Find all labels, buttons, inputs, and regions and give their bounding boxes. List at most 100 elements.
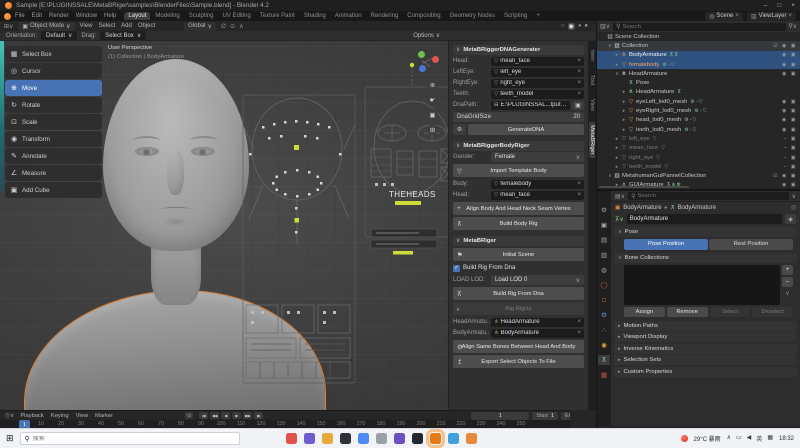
toolbar-tool[interactable]: ⊡ Scale xyxy=(5,114,102,130)
generate-dna-button[interactable]: GenerateDNA xyxy=(468,124,584,135)
collapsed-panel-header[interactable]: ▸ Inverse Kinematics xyxy=(614,344,797,354)
transport-button[interactable]: ▶| xyxy=(254,412,263,419)
breadcrumb-data[interactable]: BodyArmature xyxy=(678,205,716,211)
properties-tab[interactable]: □ xyxy=(598,295,610,305)
breadcrumb-object[interactable]: BodyArmature xyxy=(623,205,661,211)
properties-tab[interactable]: ◉ xyxy=(598,340,610,350)
visibility-toggle-icons[interactable]: – ▣ xyxy=(784,136,797,142)
clear-icon[interactable]: × xyxy=(577,181,581,187)
dna-tool-icon[interactable]: ⚙ xyxy=(453,124,466,135)
maximize-button[interactable]: □ xyxy=(777,2,781,9)
sidebar-tab[interactable]: Tool xyxy=(589,72,595,88)
taskbar-app-icon[interactable] xyxy=(448,433,459,444)
toolbar-tool[interactable]: ↻ Rotate xyxy=(5,97,102,113)
taskbar-search-input[interactable] xyxy=(33,436,235,442)
workspace-tab[interactable]: + xyxy=(532,12,544,20)
properties-search[interactable]: ⚲ xyxy=(628,192,789,200)
unlink-icon[interactable]: × xyxy=(788,13,792,19)
outliner-row[interactable]: ∨ ▥ MetahumanGuiPannelCollection ☑ ◉ ▣ xyxy=(597,171,800,180)
viewport-nav-icon[interactable]: ☛ xyxy=(427,94,438,105)
object-field[interactable]: ⋔ HeadArmature × xyxy=(491,318,584,327)
editor-type-icon[interactable]: ◷∨ xyxy=(5,413,14,419)
workspace-tab[interactable]: Shading xyxy=(300,12,330,20)
axis-x-handle[interactable] xyxy=(432,56,439,63)
toolbar-tool[interactable]: ◉ Transform xyxy=(5,131,102,147)
visibility-toggle-icons[interactable]: ◉ ▣ xyxy=(782,62,797,68)
build-body-rig-button[interactable]: ⊼ Build Body Rig xyxy=(453,217,584,230)
menu-item[interactable]: Keying xyxy=(51,413,69,419)
workspace-tab[interactable]: Layout xyxy=(124,12,150,20)
toolbar-tool[interactable]: ◎ Cursor xyxy=(5,63,102,79)
bust-head[interactable] xyxy=(103,59,249,251)
blender-menu-icon[interactable] xyxy=(4,13,11,20)
taskbar-app-icon[interactable] xyxy=(412,433,423,444)
visibility-toggle-icons[interactable]: – ▣ xyxy=(784,164,797,170)
transport-button[interactable]: |◀ xyxy=(199,412,208,419)
transform-orientation-dropdown[interactable]: Global ∨ xyxy=(184,22,216,31)
browse-folder-button[interactable]: ▣ xyxy=(572,101,584,110)
object-field[interactable]: ▽ femalebody × xyxy=(491,180,584,189)
tray-icon[interactable]: ∧ xyxy=(727,434,731,443)
visibility-toggle-icons[interactable]: ☑ ◉ ▣ xyxy=(773,43,797,49)
minimize-button[interactable]: – xyxy=(764,2,768,9)
menu-item[interactable]: Object xyxy=(138,23,155,29)
object-field[interactable]: ▽ left_eye × xyxy=(491,68,584,77)
select-button[interactable]: Select xyxy=(710,307,751,317)
toolbar-tool[interactable]: ▦ Select Box xyxy=(5,46,102,62)
tray-icon[interactable]: ◀ xyxy=(747,434,752,443)
outliner-search-input[interactable] xyxy=(622,24,782,30)
dna-path-field[interactable]: ⊟ E:\PLUGINSSAL...tpufsample.dna xyxy=(491,101,570,110)
mode-dropdown[interactable]: ▣ Object Mode ∨ xyxy=(18,22,74,31)
build-rig-from-dna-button[interactable]: ⊼ Build Rig From Dna xyxy=(453,287,584,300)
properties-tab[interactable]: ▦ xyxy=(598,370,610,380)
taskbar-search[interactable]: ⚲ xyxy=(20,432,240,445)
header-icon[interactable]: ∧ xyxy=(239,23,243,30)
clear-icon[interactable]: × xyxy=(577,58,581,64)
outliner-row[interactable]: ▸ ▽ right_eye ▽ – ▣ xyxy=(597,153,800,162)
properties-tab[interactable]: ⚙ xyxy=(598,205,610,215)
remove-collection-button[interactable]: – xyxy=(782,277,793,287)
visibility-toggle-icons[interactable]: ◉ ▣ xyxy=(782,71,797,77)
outliner-row[interactable]: ▸ ⋔ BodyArmature ⊼⊼ ◉ ▣ xyxy=(597,51,800,60)
tray-icon[interactable]: 英 xyxy=(756,434,762,443)
menu-item[interactable]: View xyxy=(80,23,93,29)
toolbar-tool[interactable]: ▣ Add Cube xyxy=(5,182,102,198)
outliner-search[interactable]: ⚲ xyxy=(613,23,786,31)
properties-tab[interactable]: ▤ xyxy=(598,235,610,245)
transport-button[interactable]: ◀ xyxy=(221,412,230,419)
viewport-nav-icon[interactable]: ⊞ xyxy=(427,124,438,135)
unlink-icon[interactable]: × xyxy=(735,13,739,19)
shading-mode-icon[interactable]: ○ xyxy=(561,23,565,29)
orientation-setting-dropdown[interactable]: Default ∨ xyxy=(41,31,77,40)
properties-tab[interactable]: ◍ xyxy=(598,265,610,275)
axis-z-handle[interactable] xyxy=(419,65,426,72)
toolbar-tool[interactable]: ✎ Annotate xyxy=(5,148,102,164)
workspace-tab[interactable]: UV Editing xyxy=(218,12,254,20)
properties-tab[interactable]: ▥ xyxy=(598,250,610,260)
menu-item[interactable]: Add xyxy=(121,23,132,29)
properties-tab[interactable]: ◯ xyxy=(598,280,610,290)
body-section-header[interactable]: ∨ MetaBRiggerBodyRiger xyxy=(453,141,584,151)
properties-tab[interactable]: ∴ xyxy=(598,325,610,335)
start-button[interactable]: ⊞ xyxy=(6,433,14,444)
visibility-toggle-icons[interactable]: – ▣ xyxy=(784,155,797,161)
viewport-nav-icon[interactable]: ▣ xyxy=(427,109,438,120)
transport-button[interactable]: ◀◀ xyxy=(210,412,219,419)
outliner-row[interactable]: ▸ ▽ eyeRight_lod0_mesh ⚙◦▽ ◉ ▣ xyxy=(597,106,800,115)
editor-type-icon[interactable]: ⊞∨ xyxy=(4,23,13,30)
bone-collections-list[interactable] xyxy=(624,265,780,305)
collapsed-panel-header[interactable]: ▸ Motion Paths xyxy=(614,321,797,331)
add-collection-button[interactable]: + xyxy=(782,265,793,275)
pin-icon[interactable]: ◎ xyxy=(791,204,796,211)
outliner-row[interactable]: ▸ ⋔ HeadArmature ⊼ xyxy=(597,88,800,97)
object-field[interactable]: ▽ right_eye × xyxy=(491,79,584,88)
visibility-toggle-icons[interactable]: ◉ ▣ xyxy=(782,182,797,188)
load-lod-dropdown[interactable]: Load LOD 0 ∨ xyxy=(491,275,584,285)
properties-tab[interactable]: ⊼ xyxy=(598,355,610,365)
taskbar-app-icon[interactable] xyxy=(286,433,297,444)
menu-item[interactable]: File xyxy=(15,13,25,19)
header-icon[interactable]: ∅ xyxy=(221,23,226,30)
weather-label[interactable]: 29°C 暴雨 xyxy=(694,434,721,443)
object-field[interactable]: ▽ teeth_model × xyxy=(491,90,584,99)
pose-position-button[interactable]: Pose Position xyxy=(624,239,708,250)
